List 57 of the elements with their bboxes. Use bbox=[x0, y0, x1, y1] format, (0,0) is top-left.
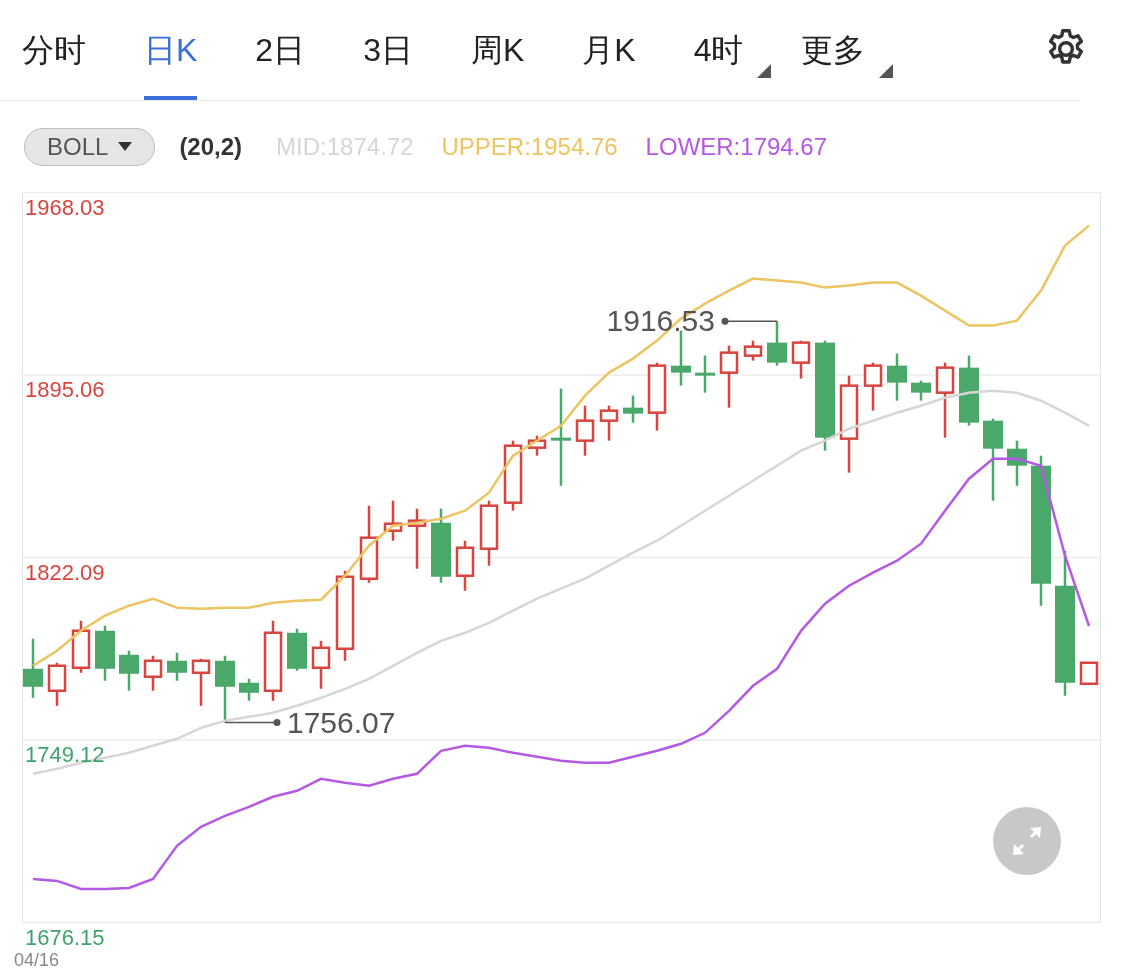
candlestick bbox=[167, 652, 187, 681]
candlestick bbox=[479, 500, 499, 566]
candlestick bbox=[1079, 661, 1099, 686]
candlestick bbox=[887, 353, 907, 401]
y-axis-label: 1895.06 bbox=[25, 377, 105, 403]
candlestick bbox=[671, 330, 691, 386]
candlestick bbox=[23, 638, 43, 698]
y-axis-label: 1676.15 bbox=[25, 924, 105, 951]
candlestick bbox=[959, 355, 979, 426]
candlestick bbox=[647, 362, 667, 431]
candlestick bbox=[215, 655, 235, 723]
candlestick bbox=[191, 658, 211, 706]
upper-value: UPPER:1954.76 bbox=[441, 131, 618, 162]
candlestick bbox=[311, 640, 331, 689]
tab[interactable]: 日K bbox=[144, 0, 198, 100]
y-axis-label: 1749.12 bbox=[25, 742, 105, 768]
tab[interactable]: 4时 bbox=[693, 0, 744, 100]
tab[interactable]: 分时 bbox=[22, 0, 86, 100]
candlestick bbox=[719, 345, 739, 408]
y-axis-label: 1968.03 bbox=[25, 194, 105, 221]
candlestick bbox=[1007, 440, 1027, 486]
candlestick bbox=[239, 678, 259, 701]
candlestick bbox=[119, 650, 139, 691]
expand-icon bbox=[1011, 825, 1043, 857]
candlestick bbox=[623, 395, 643, 423]
tab[interactable]: 2日 bbox=[255, 0, 306, 100]
caret-icon bbox=[118, 142, 133, 151]
leader-line bbox=[224, 719, 281, 727]
candlestick bbox=[743, 340, 763, 361]
candlestick bbox=[287, 628, 307, 671]
leader-line bbox=[721, 317, 778, 325]
indicator-params: (20,2) bbox=[179, 131, 243, 162]
candlestick bbox=[383, 500, 403, 541]
y-axis-label: 1822.09 bbox=[25, 559, 105, 586]
x-axis-label: 04/16 bbox=[14, 950, 60, 970]
candlestick bbox=[791, 340, 811, 379]
candlestick bbox=[503, 440, 523, 511]
candlestick bbox=[695, 355, 715, 393]
tab[interactable]: 周K bbox=[470, 0, 525, 100]
tab[interactable]: 更多 bbox=[801, 0, 866, 100]
candlestick bbox=[575, 405, 595, 456]
candlestick bbox=[143, 655, 163, 691]
lower-value: LOWER:1794.67 bbox=[645, 131, 828, 162]
price-annotation: 1756.07 bbox=[287, 705, 396, 740]
candlestick bbox=[95, 625, 115, 681]
candlestick bbox=[47, 662, 67, 706]
tab[interactable]: 月K bbox=[582, 0, 636, 100]
candlestick bbox=[911, 380, 931, 401]
candlestick bbox=[71, 620, 91, 673]
candlestick bbox=[863, 362, 883, 411]
candlestick bbox=[455, 540, 475, 591]
candlestick bbox=[767, 321, 787, 366]
candlestick bbox=[527, 435, 547, 456]
candlestick bbox=[599, 405, 619, 441]
indicator-dropdown[interactable]: BOLL bbox=[24, 127, 156, 166]
tab[interactable]: 3日 bbox=[363, 0, 413, 100]
candlestick bbox=[407, 508, 427, 569]
